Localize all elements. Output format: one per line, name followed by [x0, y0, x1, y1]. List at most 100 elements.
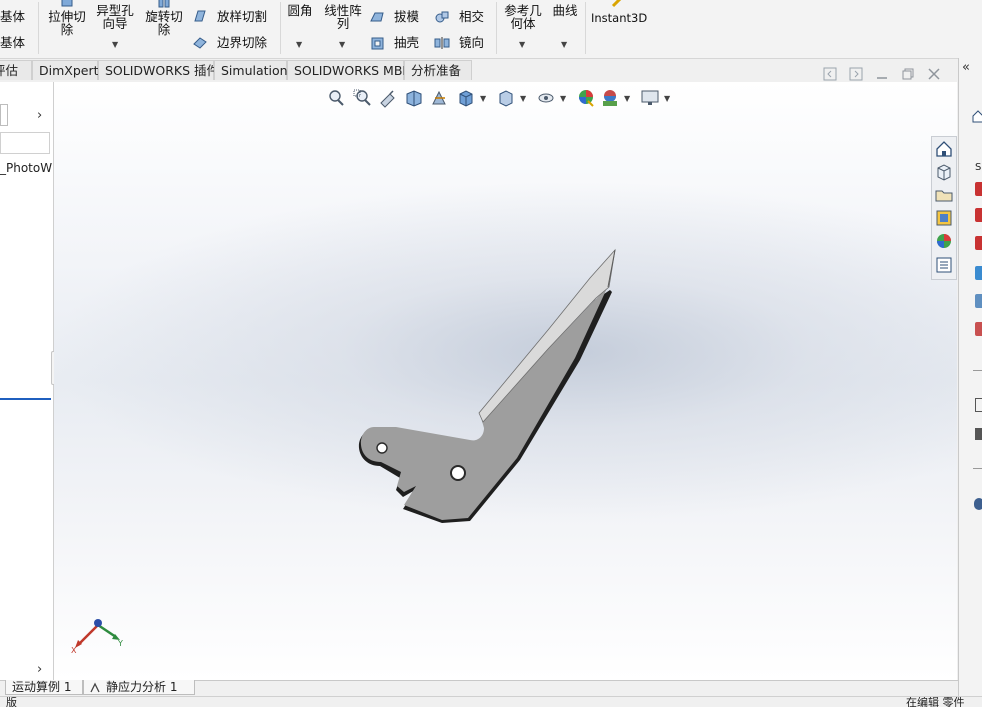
pane-divider [973, 468, 982, 469]
home-icon[interactable] [934, 139, 954, 159]
intersect-icon [435, 11, 449, 23]
pane-divider [973, 370, 982, 371]
online-resource-icon[interactable] [975, 266, 982, 280]
extrude-boss-label[interactable]: 基体 [0, 10, 25, 23]
reference-triad: X Y [71, 619, 123, 655]
solidworks-resource-icon[interactable] [975, 182, 982, 196]
chevron-down-icon[interactable]: ▼ [561, 40, 567, 49]
status-bar: 版 在编辑 零件 [0, 696, 982, 707]
chevron-down-icon[interactable]: ▼ [519, 40, 525, 49]
status-left-text: 版 [6, 696, 17, 707]
static-study-label: 静应力分析 1 [106, 680, 178, 694]
restore-icon[interactable] [900, 66, 916, 82]
tab-analysis-preparation[interactable]: 分析准备 [404, 60, 472, 80]
lofted-cut-button[interactable]: 放样切割 [190, 7, 276, 27]
fillet-label: 圆角 [287, 3, 313, 18]
part-model[interactable] [54, 82, 957, 680]
next-pane-icon[interactable] [848, 66, 864, 82]
pane-section-label: S [975, 162, 982, 173]
ribbon-separator [280, 2, 281, 54]
solidworks-resource-icon[interactable] [975, 236, 982, 250]
ribbon-separator [496, 2, 497, 54]
ribbon-separator [38, 2, 39, 54]
boundary-cut-label: 边界切除 [217, 35, 268, 50]
draft-label: 拔模 [394, 9, 420, 24]
tool-icon[interactable] [975, 428, 982, 440]
curves-button[interactable]: 曲线 ▼ [548, 0, 582, 56]
status-editing-text: 在编辑 零件 [906, 696, 965, 707]
fillet-button[interactable]: 圆角 ▼ [284, 0, 316, 56]
minimize-icon[interactable] [874, 66, 890, 82]
lofted-cut-label: 放样切割 [217, 9, 268, 24]
panel-tab-stub[interactable] [0, 104, 8, 126]
tool-icon[interactable] [975, 398, 982, 412]
revolve-boss-label[interactable]: 基体 [0, 36, 25, 49]
curves-label: 曲线 [552, 3, 578, 18]
shell-icon [371, 37, 384, 50]
chevron-right-icon[interactable]: › [37, 662, 42, 677]
triad-y-label: Y [117, 639, 123, 648]
mirror-label: 镜向 [459, 35, 485, 50]
globe-icon[interactable] [974, 498, 982, 510]
reference-geometry-label-2: 何体 [510, 16, 536, 31]
command-manager-ribbon: 基体 基体 拉伸切 除 异型孔 向导 ▼ 旋转切 除 放样切割 边界切除 圆角 … [0, 0, 982, 59]
chevron-down-icon[interactable]: ▼ [296, 40, 302, 49]
linear-pattern-label-2: 列 [336, 16, 350, 31]
home-icon[interactable] [971, 108, 982, 124]
mirror-icon [434, 37, 450, 49]
appearances-icon[interactable] [934, 231, 954, 251]
shell-button[interactable]: 抽壳 [366, 33, 426, 53]
draft-button[interactable]: 拔模 [366, 7, 426, 27]
chevron-down-icon[interactable]: ▼ [112, 40, 118, 49]
subscription-icon[interactable] [975, 322, 982, 336]
chevron-right-icon[interactable]: › [37, 108, 42, 123]
revolve-cut-button[interactable]: 旋转切 除 [140, 0, 188, 56]
task-pane: « S [958, 58, 982, 706]
design-library-icon[interactable] [934, 162, 954, 182]
intersect-button[interactable]: 相交 [432, 7, 492, 27]
close-icon[interactable] [926, 66, 942, 82]
instant3d-icon [611, 0, 622, 8]
linear-pattern-button[interactable]: 线性阵 列 ▼ [320, 0, 366, 56]
boundary-cut-button[interactable]: 边界切除 [190, 33, 276, 53]
instant3d-label: Instant3D [591, 11, 648, 25]
chevron-down-icon[interactable]: ▼ [339, 40, 345, 49]
community-icon[interactable] [975, 294, 982, 308]
tab-dimxpert[interactable]: DimXpert [32, 60, 99, 80]
lofted-cut-icon [194, 10, 206, 22]
task-pane-tab-strip [931, 136, 957, 280]
tab-solidworks-addins[interactable]: SOLIDWORKS 插件 [98, 60, 219, 80]
boundary-cut-icon [193, 37, 207, 49]
previous-pane-icon[interactable] [822, 66, 838, 82]
hole-wizard-label-2: 向导 [102, 16, 128, 31]
view-palette-icon[interactable] [934, 208, 954, 228]
mounting-hole [450, 465, 466, 481]
hole-wizard-button[interactable]: 异型孔 向导 ▼ [92, 0, 138, 56]
pivot-hole [376, 442, 388, 454]
tab-solidworks-mbd[interactable]: SOLIDWORKS MBD [287, 60, 412, 80]
mirror-button[interactable]: 镜向 [432, 33, 492, 53]
shell-label: 抽壳 [394, 35, 420, 50]
filter-field[interactable] [0, 132, 50, 154]
graphics-area[interactable]: ▼ ▼ ▼ ▼ ▼ X Y [54, 82, 957, 680]
collapse-pane-icon[interactable]: « [962, 60, 970, 75]
instant3d-button[interactable]: Instant3D [588, 0, 648, 30]
tab-evaluate[interactable]: 评估 [0, 60, 32, 80]
extrude-cut-label-2: 除 [60, 22, 74, 37]
tree-item-photoworks[interactable]: _PhotoW [0, 161, 52, 175]
tab-simulation[interactable]: Simulation [214, 60, 288, 80]
reference-geometry-button[interactable]: 参考几 何体 ▼ [500, 0, 546, 56]
draft-icon [370, 12, 384, 22]
extrude-cut-button[interactable]: 拉伸切 除 [44, 0, 90, 56]
simulation-study-icon [90, 682, 100, 693]
triad-x-label: X [71, 646, 77, 655]
revolve-cut-label-2: 除 [157, 22, 171, 37]
selection-underline [0, 398, 51, 400]
custom-properties-icon[interactable] [934, 255, 954, 275]
ribbon-separator [585, 2, 586, 54]
tab-motion-study-1[interactable]: 运动算例 1 [5, 680, 83, 695]
intersect-label: 相交 [459, 9, 485, 24]
solidworks-resource-icon[interactable] [975, 208, 982, 222]
feature-manager-panel: › _PhotoW › [0, 82, 54, 680]
file-explorer-icon[interactable] [934, 185, 954, 205]
